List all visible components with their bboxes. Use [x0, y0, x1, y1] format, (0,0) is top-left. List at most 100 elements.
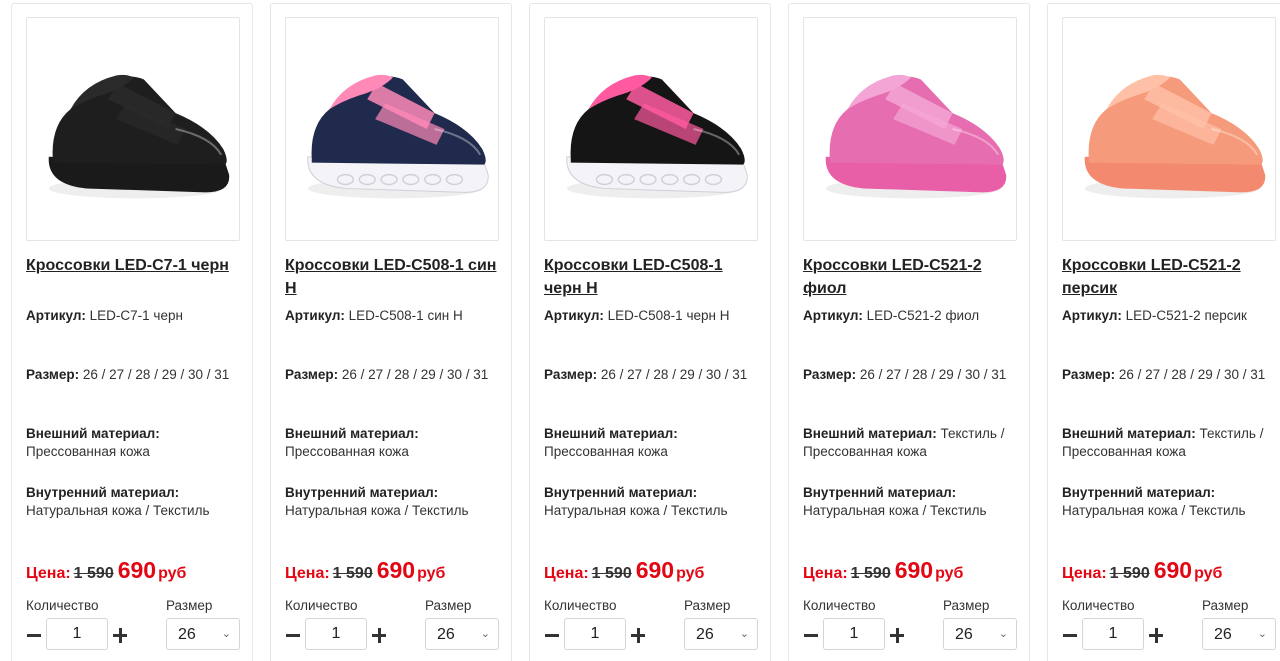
outer-material-value: Прессованная кожа: [544, 443, 668, 459]
product-image[interactable]: [803, 17, 1017, 241]
price-label: Цена:: [285, 565, 330, 582]
quantity-input[interactable]: [564, 618, 626, 650]
quantity-increase-button[interactable]: [371, 624, 387, 646]
price-label: Цена:: [544, 565, 589, 582]
inner-material-label: Внутренний материал:: [803, 485, 957, 500]
sizes-row: Размер: 26 / 27 / 28 / 29 / 30 / 31: [1062, 366, 1280, 384]
chevron-down-icon: ⌄: [1257, 628, 1267, 640]
quantity-decrease-button[interactable]: [803, 624, 819, 646]
quantity-input[interactable]: [1082, 618, 1144, 650]
quantity-input[interactable]: [823, 618, 885, 650]
sneaker-image: [1084, 74, 1266, 199]
new-price: 690: [376, 557, 416, 583]
product-image[interactable]: [285, 17, 499, 241]
sizes-value: 26 / 27 / 28 / 29 / 30 / 31: [82, 367, 230, 382]
old-price: 1 590: [332, 565, 373, 582]
currency: руб: [158, 565, 187, 582]
product-card: Кроссовки LED-C508-1 син Н Артикул: LED-…: [270, 3, 512, 661]
price-label: Цена:: [1062, 565, 1107, 582]
size-select-label: Размер: [166, 598, 213, 613]
size-select[interactable]: 26 ⌄: [684, 618, 758, 650]
quantity-input[interactable]: [305, 618, 367, 650]
outer-material-label: Внешний материал:: [1062, 426, 1196, 441]
inner-material-label: Внутренний материал:: [544, 485, 698, 500]
quantity-decrease-button[interactable]: [285, 624, 301, 646]
quantity-label: Количество: [285, 598, 358, 613]
inner-material-value: Натуральная кожа / Текстиль: [285, 502, 469, 518]
inner-material-value: Натуральная кожа / Текстиль: [803, 502, 987, 518]
article-value: LED-C508-1 черн Н: [607, 308, 730, 323]
sizes-row: Размер: 26 / 27 / 28 / 29 / 30 / 31: [544, 366, 762, 384]
product-image[interactable]: [544, 17, 758, 241]
product-image[interactable]: [26, 17, 240, 241]
product-card: Кроссовки LED-C7-1 черн Артикул: LED-C7-…: [11, 3, 253, 661]
product-title-link[interactable]: Кроссовки LED-C7-1 черн: [26, 254, 244, 277]
chevron-down-icon: ⌄: [221, 628, 231, 640]
new-price: 690: [894, 557, 934, 583]
article-value: LED-C508-1 син Н: [348, 308, 463, 323]
price-row: Цена: 1 590 690 руб: [285, 557, 445, 584]
product-title-link[interactable]: Кроссовки LED-C521-2 персик: [1062, 254, 1280, 300]
article-row: Артикул: LED-C508-1 черн Н: [544, 307, 762, 325]
article-row: Артикул: LED-C521-2 фиол: [803, 307, 1021, 325]
article-label: Артикул:: [544, 308, 604, 323]
inner-material-value: Натуральная кожа / Текстиль: [26, 502, 210, 518]
inner-material-value: Натуральная кожа / Текстиль: [1062, 502, 1246, 518]
quantity-increase-button[interactable]: [889, 624, 905, 646]
old-price: 1 590: [73, 565, 114, 582]
sizes-label: Размер:: [26, 367, 80, 382]
size-select[interactable]: 26 ⌄: [425, 618, 499, 650]
size-select-label: Размер: [1202, 598, 1249, 613]
inner-material-row: Внутренний материал: Натуральная кожа / …: [1062, 484, 1280, 519]
quantity-increase-button[interactable]: [112, 624, 128, 646]
sizes-row: Размер: 26 / 27 / 28 / 29 / 30 / 31: [26, 366, 244, 384]
quantity-decrease-button[interactable]: [544, 624, 560, 646]
size-select-label: Размер: [943, 598, 990, 613]
size-select-value: 26: [696, 626, 714, 643]
outer-material-row: Внешний материал: Прессованная кожа: [285, 425, 503, 460]
quantity-increase-button[interactable]: [1148, 624, 1164, 646]
size-select[interactable]: 26 ⌄: [1202, 618, 1276, 650]
product-title-link[interactable]: Кроссовки LED-C521-2 фиол: [803, 254, 1021, 300]
old-price: 1 590: [850, 565, 891, 582]
old-price: 1 590: [591, 565, 632, 582]
chevron-down-icon: ⌄: [739, 628, 749, 640]
product-card: Кроссовки LED-C508-1 черн Н Артикул: LED…: [529, 3, 771, 661]
currency: руб: [935, 565, 964, 582]
price-row: Цена: 1 590 690 руб: [803, 557, 963, 584]
currency: руб: [417, 565, 446, 582]
currency: руб: [1194, 565, 1223, 582]
product-title-link[interactable]: Кроссовки LED-C508-1 син Н: [285, 254, 503, 300]
product-card: Кроссовки LED-C521-2 персик Артикул: LED…: [1047, 3, 1280, 661]
sneaker-image: [566, 74, 748, 199]
size-select[interactable]: 26 ⌄: [943, 618, 1017, 650]
size-select-value: 26: [955, 626, 973, 643]
outer-material-label: Внешний материал:: [544, 426, 678, 441]
article-label: Артикул:: [803, 308, 863, 323]
sizes-label: Размер:: [1062, 367, 1116, 382]
product-title-link[interactable]: Кроссовки LED-C508-1 черн Н: [544, 254, 762, 300]
quantity-decrease-button[interactable]: [26, 624, 42, 646]
old-price: 1 590: [1109, 565, 1150, 582]
sizes-label: Размер:: [285, 367, 339, 382]
price-label: Цена:: [26, 565, 71, 582]
article-label: Артикул:: [285, 308, 345, 323]
sizes-label: Размер:: [544, 367, 598, 382]
quantity-label: Количество: [26, 598, 99, 613]
size-select[interactable]: 26 ⌄: [166, 618, 240, 650]
quantity-input[interactable]: [46, 618, 108, 650]
new-price: 690: [635, 557, 675, 583]
quantity-decrease-button[interactable]: [1062, 624, 1078, 646]
price-label: Цена:: [803, 565, 848, 582]
outer-material-label: Внешний материал:: [803, 426, 937, 441]
sneaker-image: [48, 74, 230, 199]
quantity-increase-button[interactable]: [630, 624, 646, 646]
article-label: Артикул:: [1062, 308, 1122, 323]
price-row: Цена: 1 590 690 руб: [544, 557, 704, 584]
inner-material-row: Внутренний материал: Натуральная кожа / …: [285, 484, 503, 519]
size-select-label: Размер: [425, 598, 472, 613]
product-image[interactable]: [1062, 17, 1276, 241]
product-grid: Кроссовки LED-C7-1 черн Артикул: LED-C7-…: [0, 0, 1280, 661]
inner-material-label: Внутренний материал:: [1062, 485, 1216, 500]
article-value: LED-C7-1 черн: [89, 308, 183, 323]
